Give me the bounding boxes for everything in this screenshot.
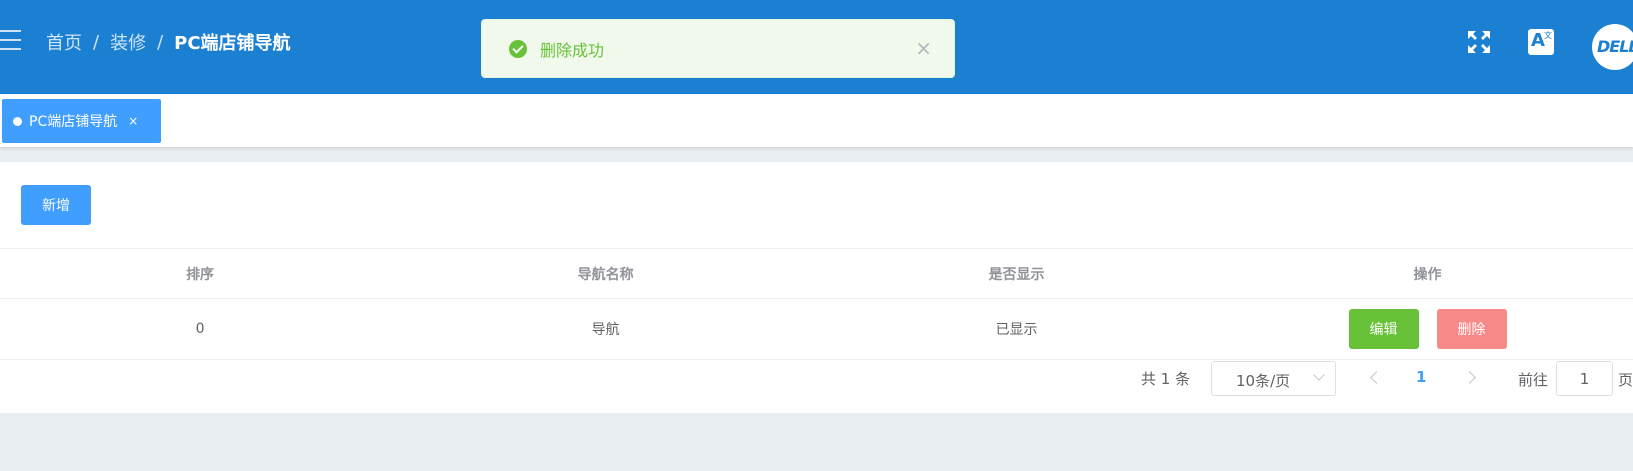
cell-actions: 编辑 删除 [1222, 309, 1633, 349]
avatar[interactable]: DELL [1592, 24, 1633, 70]
breadcrumb-home[interactable]: 首页 [46, 29, 82, 55]
add-button[interactable]: 新增 [21, 185, 91, 225]
pagination: 共 1 条 10条/页 1 前往 页 [0, 358, 1633, 398]
main-panel: 新增 排序 导航名称 是否显示 操作 0 导航 已显示 编辑 删除 共 1 条 … [0, 162, 1633, 413]
tag-active-dot [13, 116, 22, 126]
chevron-down-icon [1313, 369, 1325, 381]
column-actions: 操作 [1413, 266, 1442, 283]
prev-page-icon[interactable] [1370, 371, 1383, 384]
table-header: 排序 导航名称 是否显示 操作 [0, 248, 1633, 298]
cell-display: 已显示 [995, 322, 1038, 338]
column-sort: 排序 [186, 266, 215, 283]
column-display: 是否显示 [988, 266, 1045, 283]
success-check-icon [509, 39, 527, 58]
avatar-logo: DELL [1597, 37, 1633, 56]
translate-icon[interactable]: A 文 [1528, 29, 1554, 55]
fullscreen-icon[interactable] [1466, 29, 1492, 55]
cell-sort: 0 [195, 321, 205, 337]
breadcrumb: 首页 / 装修 / PC端店铺导航 [46, 29, 291, 55]
page-size-select[interactable]: 10条/页 [1211, 361, 1336, 396]
tag-pc-shop-nav[interactable]: PC端店铺导航 × [2, 99, 161, 143]
next-page-icon[interactable] [1463, 371, 1476, 384]
column-nav-name: 导航名称 [577, 266, 634, 283]
pagination-total: 共 1 条 [1141, 370, 1191, 388]
breadcrumb-current: PC端店铺导航 [174, 33, 291, 54]
nav-table: 排序 导航名称 是否显示 操作 0 导航 已显示 编辑 删除 [0, 248, 1633, 360]
menu-icon[interactable] [0, 30, 21, 50]
goto-suffix: 页 [1618, 371, 1633, 389]
breadcrumb-separator: / [93, 31, 100, 53]
breadcrumb-decoration[interactable]: 装修 [110, 29, 146, 55]
table-row: 0 导航 已显示 编辑 删除 [0, 298, 1633, 360]
page-size-value: 10条/页 [1236, 372, 1291, 390]
cell-nav-name: 导航 [591, 322, 620, 338]
toast-close-icon[interactable]: × [915, 37, 932, 59]
goto-page-input[interactable] [1556, 361, 1613, 396]
tag-label: PC端店铺导航 [29, 114, 118, 130]
delete-button[interactable]: 删除 [1436, 309, 1507, 349]
breadcrumb-separator: / [157, 31, 164, 53]
tag-close-icon[interactable]: × [128, 114, 138, 128]
toast-message: 删除成功 [540, 40, 605, 60]
goto-label: 前往 [1518, 371, 1549, 389]
page-number-current[interactable]: 1 [1416, 368, 1426, 386]
success-toast: 删除成功 × [481, 19, 955, 78]
edit-button[interactable]: 编辑 [1348, 309, 1419, 349]
tags-bar: PC端店铺导航 × [0, 94, 1633, 147]
